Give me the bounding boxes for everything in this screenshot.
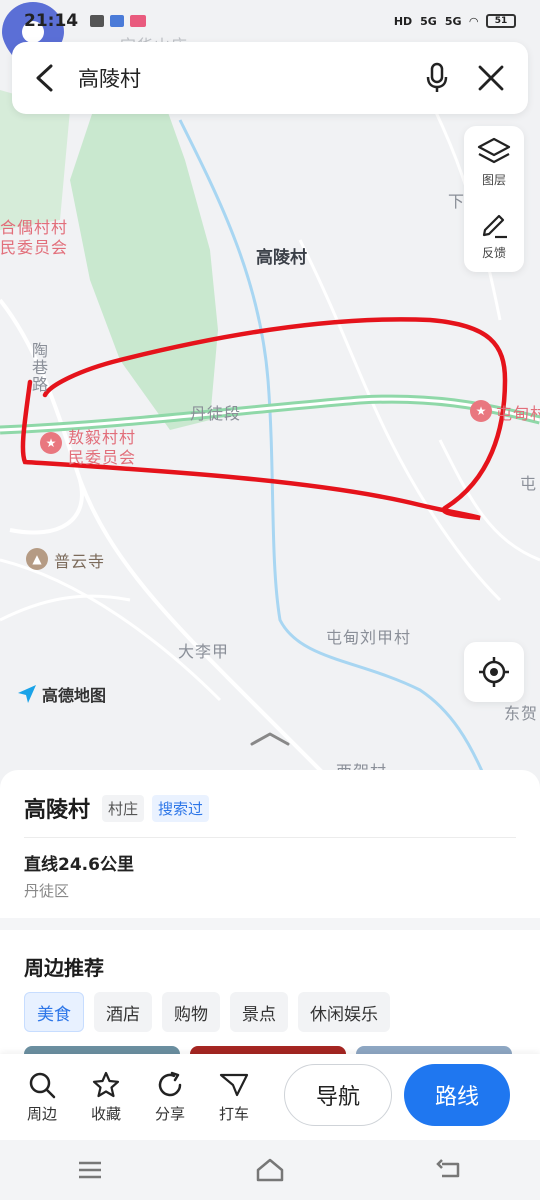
map-label-xia: 下 [448, 192, 466, 211]
map-label-tundian-liujia: 屯甸刘甲村 [326, 628, 412, 647]
layers-button[interactable]: 图层 [464, 126, 524, 199]
map-canvas [0, 90, 540, 790]
layers-label: 图层 [481, 173, 506, 187]
clear-button[interactable] [464, 42, 518, 114]
map-tools: 图层 反馈 [464, 126, 524, 272]
category-scenic[interactable]: 景点 [230, 992, 288, 1032]
search-query[interactable]: 高陵村 [78, 63, 410, 93]
map-label-dantu: 丹徒段 [190, 404, 242, 423]
status-time: 21:14 [24, 11, 79, 31]
taxi-label: 打车 [218, 1104, 249, 1123]
expand-handle[interactable] [248, 728, 292, 752]
action-bar: 周边 收藏 分享 打车 导航 路线 [0, 1054, 540, 1140]
back-arrow-icon [36, 64, 53, 92]
map-label-tundian[interactable]: 屯甸村 [496, 400, 540, 424]
divider [24, 837, 516, 838]
temple-icon[interactable]: ▲ [26, 548, 48, 570]
place-name: 高陵村 [24, 798, 91, 823]
feedback-button[interactable]: 反馈 [464, 199, 524, 272]
poi-star-icon-right[interactable]: ★ [470, 400, 492, 422]
back-button[interactable] [12, 42, 78, 114]
category-shopping[interactable]: 购物 [162, 992, 220, 1032]
status-bar: 21:14 HD 5G 5G ◠ 51 [0, 0, 540, 42]
back-nav-icon[interactable] [436, 1158, 464, 1182]
nearby-title: 周边推荐 [24, 956, 104, 980]
edit-pen-icon [482, 214, 507, 239]
signal-icon: 5G [420, 14, 437, 28]
favorite-button[interactable]: 收藏 [74, 1071, 138, 1124]
nearby-button[interactable]: 周边 [10, 1071, 74, 1124]
poi-star-icon[interactable]: ★ [40, 432, 62, 454]
locate-button[interactable] [464, 642, 524, 702]
star-icon [92, 1071, 120, 1097]
layers-icon [477, 137, 511, 164]
section-separator [0, 918, 540, 930]
favorite-label: 收藏 [90, 1104, 121, 1123]
chevron-up-icon [250, 732, 290, 746]
category-food[interactable]: 美食 [24, 992, 84, 1032]
map-label-aoyi-2[interactable]: 民委员会 [68, 444, 136, 468]
taxi-button[interactable]: 打车 [202, 1071, 266, 1124]
searched-tag: 搜索过 [152, 794, 210, 822]
share-button[interactable]: 分享 [138, 1071, 202, 1124]
map-label-donghe: 东贺 [504, 704, 539, 723]
route-button[interactable]: 路线 [404, 1064, 510, 1126]
map-label-tun: 屯 [520, 474, 538, 493]
place-type-tag: 村庄 [102, 794, 145, 822]
distance-text: 直线24.6公里 [24, 855, 134, 875]
district-text: 丹徒区 [24, 882, 70, 900]
amap-logo-icon [18, 685, 36, 703]
navigate-button[interactable]: 导航 [284, 1064, 392, 1126]
status-right: HD 5G 5G ◠ 51 [394, 14, 516, 28]
place-header: 高陵村 村庄 搜索过 [24, 792, 210, 824]
app-icon-2 [130, 15, 147, 27]
forest-area [70, 90, 218, 430]
microphone-icon [426, 62, 448, 92]
home-icon[interactable] [255, 1157, 285, 1183]
system-navigation-bar [0, 1140, 540, 1200]
map-label-road-tao: 陶巷路 [29, 342, 48, 393]
app-icon [110, 15, 125, 27]
taxi-icon [219, 1073, 249, 1096]
signal-icon-2: 5G [444, 14, 462, 28]
locate-icon [479, 657, 509, 687]
share-label: 分享 [154, 1104, 185, 1123]
map-view[interactable]: 宝华山庄 合偶村村 民委员会 陶巷路 丹徒段 ★ 敖毅村村 民委员会 ★ 屯甸村… [0, 0, 540, 790]
search-bar[interactable]: 高陵村 [12, 42, 528, 114]
category-hotel[interactable]: 酒店 [94, 992, 152, 1032]
menu-icon[interactable] [76, 1159, 104, 1181]
hd-icon: HD [393, 14, 413, 28]
wifi-icon: ◠ [469, 14, 478, 28]
category-tabs: 美食 酒店 购物 景点 休闲娱乐 [24, 992, 390, 1032]
map-label-dalijia: 大李甲 [178, 642, 230, 661]
feedback-label: 反馈 [481, 246, 506, 260]
river [178, 119, 492, 790]
battery-icon: 51 [486, 14, 516, 28]
share-icon [158, 1071, 182, 1096]
nearby-label: 周边 [26, 1104, 57, 1123]
category-leisure[interactable]: 休闲娱乐 [298, 992, 390, 1032]
notification-icon [90, 15, 105, 27]
pin-label: 高陵村 [256, 248, 307, 268]
close-icon [478, 65, 504, 91]
map-label-village-committee-2[interactable]: 民委员会 [0, 234, 68, 258]
search-icon [29, 1072, 56, 1098]
voice-button[interactable] [410, 42, 464, 114]
map-label-puyun[interactable]: 普云寺 [54, 548, 105, 572]
amap-logo: 高德地图 [16, 682, 106, 706]
notification-icons [90, 15, 147, 27]
amap-logo-text: 高德地图 [42, 686, 107, 705]
